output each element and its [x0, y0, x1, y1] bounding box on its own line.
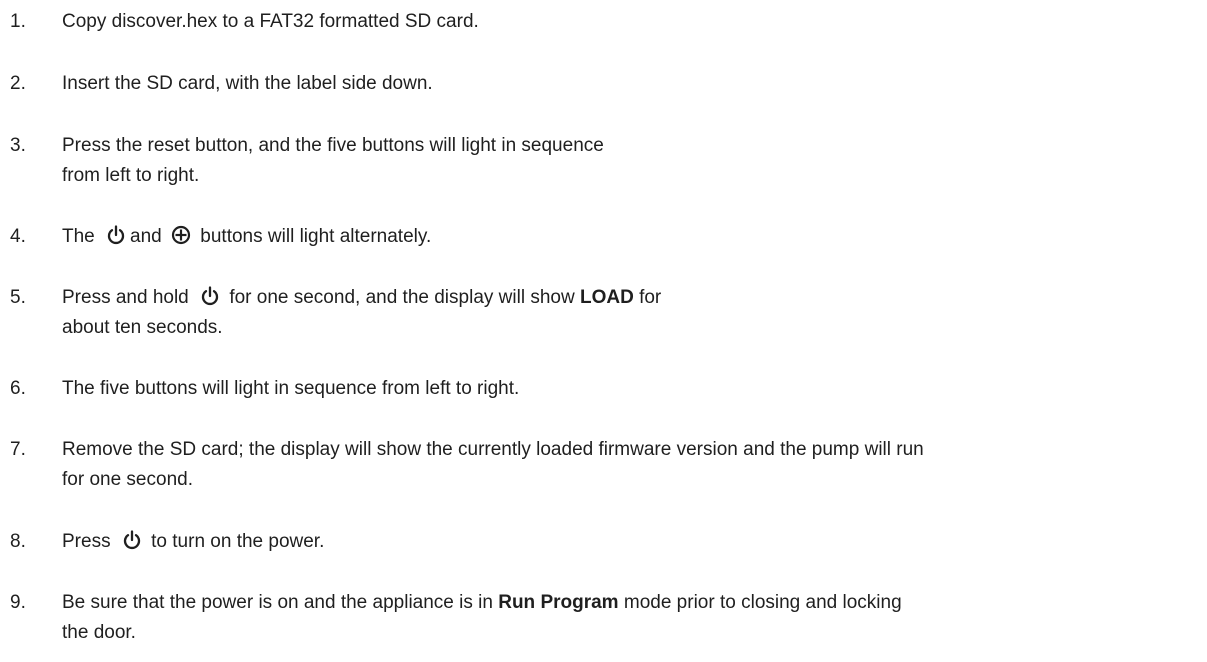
step-text-line-2: about ten seconds. [62, 317, 223, 338]
step-text: The five buttons will light in sequence … [62, 378, 520, 399]
step-number: 1. [10, 11, 26, 32]
plus-circle-icon [171, 225, 191, 245]
step-text: Press and hold for one second, and the d… [62, 283, 1202, 343]
step-text: Remove the SD card; the display will sho… [62, 435, 1202, 495]
step-text-pre: Be sure that the power is on and the app… [62, 592, 493, 613]
step-number: 8. [10, 531, 26, 552]
step-text-post: to turn on the power. [151, 531, 325, 552]
power-icon [200, 286, 220, 306]
step-number: 4. [10, 226, 26, 247]
step-text-line-2: for one second. [62, 469, 193, 490]
step-text: Press the reset button, and the five but… [62, 131, 1202, 191]
step-text-pre: The [62, 226, 95, 247]
display-text-load: LOAD [579, 287, 634, 308]
instructions-list: 1. Copy discover.hex to a FAT32 formatte… [0, 0, 1207, 662]
power-icon [122, 530, 142, 550]
step-text-pre: Press and hold [62, 287, 189, 308]
step-text-line-2: the door. [62, 622, 136, 643]
step-text-line-1: Press and hold for one second, and the d… [62, 283, 1202, 313]
step-text-line-1: Be sure that the power is on and the app… [62, 588, 1202, 618]
step-text-line-2: from left to right. [62, 165, 200, 186]
step-number: 7. [10, 439, 26, 460]
step-number: 2. [10, 73, 26, 94]
step-text-mid: and [130, 226, 162, 247]
step-text: Be sure that the power is on and the app… [62, 588, 1202, 648]
step-number: 9. [10, 592, 26, 613]
step-text-pre: Press [62, 531, 111, 552]
step-text-line-1: Remove the SD card; the display will sho… [62, 439, 924, 460]
step-text-post: mode prior to closing and locking [623, 592, 902, 613]
step-text: Copy discover.hex to a FAT32 formatted S… [62, 11, 479, 32]
step-number: 5. [10, 287, 26, 308]
power-icon [106, 225, 126, 245]
step-text-mid: for one second, and the display will sho… [229, 287, 575, 308]
step-text: The and buttons will light alternately. [62, 222, 1202, 252]
step-number: 6. [10, 378, 26, 399]
mode-name-run-program: Run Program [498, 592, 619, 613]
step-number: 3. [10, 135, 26, 156]
step-text-post: for [639, 287, 662, 308]
step-text: Press to turn on the power. [62, 527, 1202, 557]
step-text-post: buttons will light alternately. [200, 226, 432, 247]
step-text-line-1: Press the reset button, and the five but… [62, 135, 604, 156]
step-text: Insert the SD card, with the label side … [62, 73, 433, 94]
